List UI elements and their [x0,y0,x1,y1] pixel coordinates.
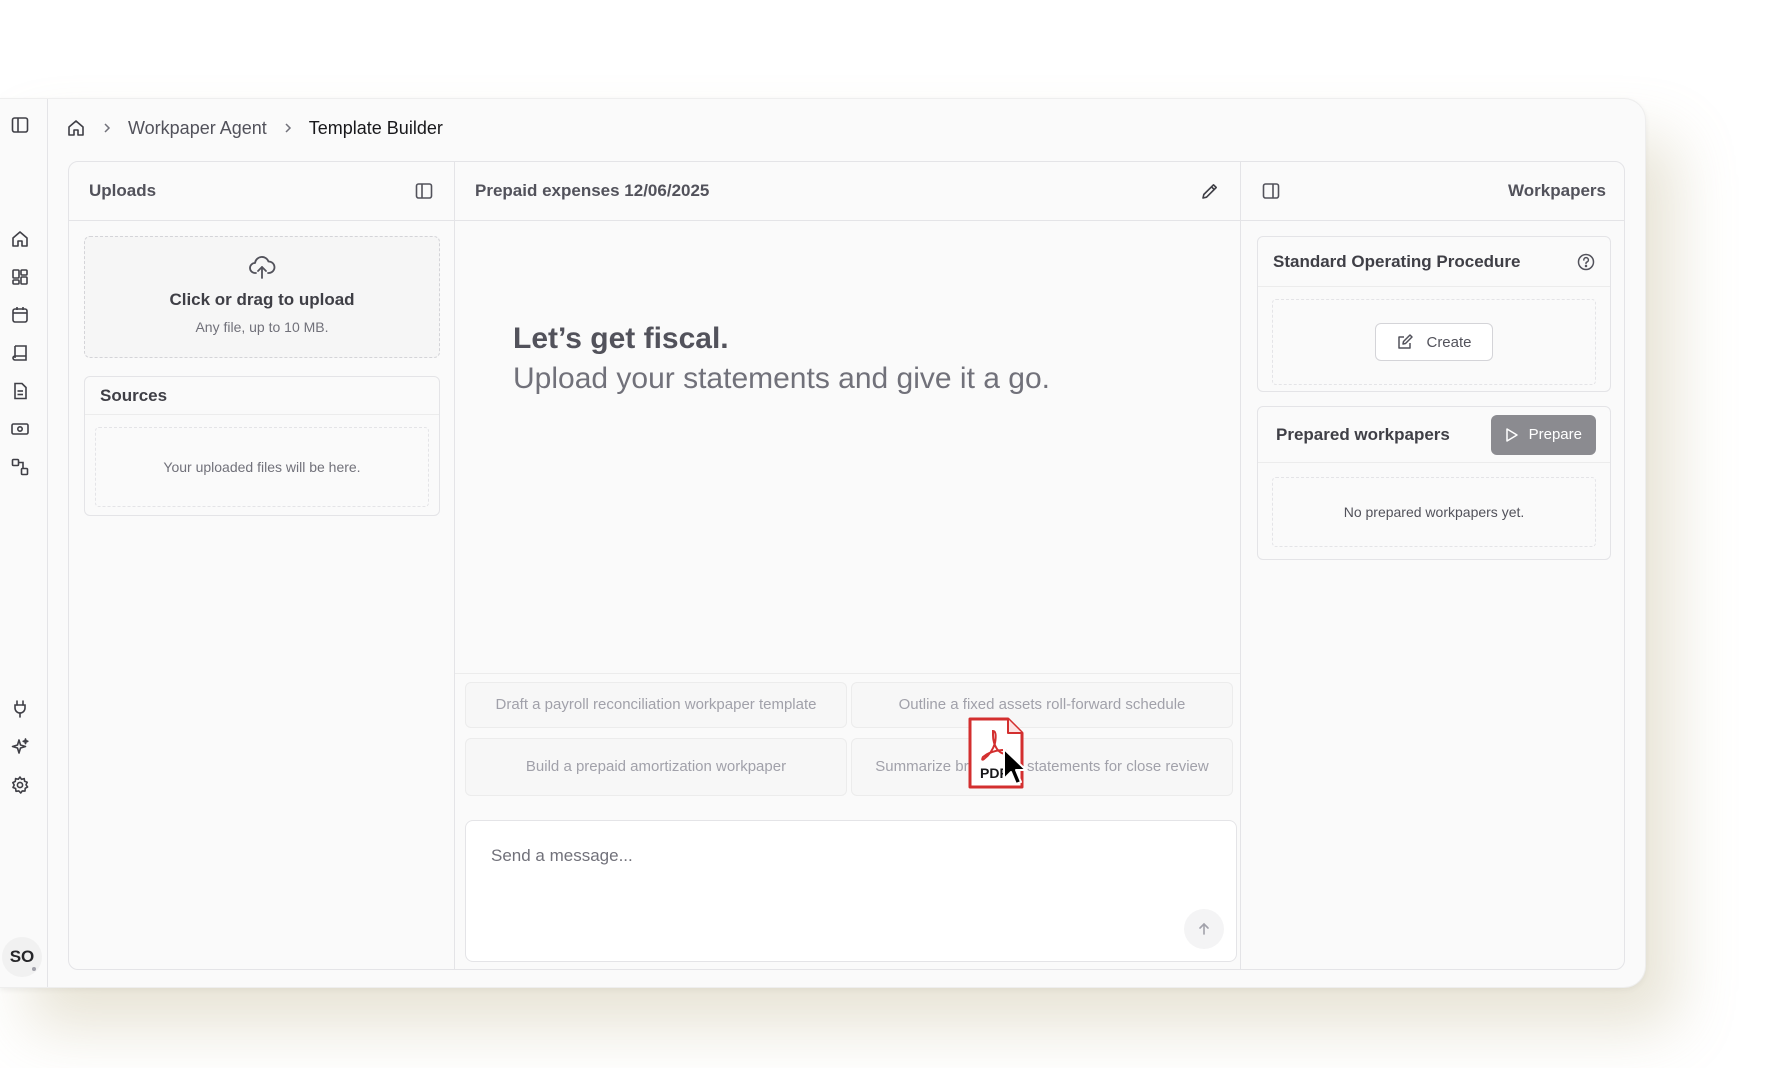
create-button[interactable]: Create [1375,323,1493,361]
prepare-button[interactable]: Prepare [1490,414,1596,455]
workpapers-header: Workpapers [1241,162,1624,221]
prepared-workpapers-card: Prepared workpapers Prepare No prepared … [1257,406,1611,560]
uploads-title: Uploads [89,181,157,200]
suggestion-button[interactable]: Build a prepaid amortization workpaper [465,738,847,796]
user-avatar[interactable]: SO [2,937,42,977]
hero-title: Let’s get fiscal. [513,322,729,355]
suggestion-button[interactable]: Outline a fixed assets roll-forward sche… [851,682,1233,728]
icon-rail: SO [0,99,48,987]
status-dot [32,967,36,971]
chat-column: Prepaid expenses 12/06/2025 Let’s get fi… [455,162,1241,969]
breadcrumb: Workpaper Agent Template Builder [66,113,443,143]
home-icon[interactable] [66,118,86,138]
sop-card: Standard Operating Procedure Create [1257,236,1611,392]
avatar-initials: SO [9,947,35,966]
create-label: Create [1426,333,1472,351]
workpapers-title: Workpapers [1508,181,1606,200]
breadcrumb-item[interactable]: Workpaper Agent [128,118,267,139]
app-window: SO Workpaper Agent Template Builder Uplo… [0,98,1646,988]
help-icon[interactable] [1576,252,1596,272]
workflow-icon[interactable] [8,455,32,479]
money-icon[interactable] [8,417,32,441]
chat-title: Prepaid expenses 12/06/2025 [475,181,710,200]
workpapers-column: Workpapers Standard Operating Procedure … [1241,162,1624,969]
sop-body: Create [1272,299,1596,385]
play-icon [1505,427,1519,443]
hero-subtitle: Upload your statements and give it a go. [513,362,1050,395]
send-button[interactable] [1184,909,1224,949]
sources-title: Sources [85,377,439,415]
upload-hint: Any file, up to 10 MB. [195,319,329,335]
message-placeholder: Send a message... [491,846,633,865]
cursor-icon [1002,747,1032,789]
document-icon[interactable] [8,379,32,403]
prepared-header: Prepared workpapers Prepare [1258,407,1610,463]
suggestion-button[interactable]: Draft a payroll reconciliation workpaper… [465,682,847,728]
sources-card: Sources Your uploaded files will be here… [84,376,440,516]
prepare-label: Prepare [1528,426,1582,443]
panel-collapse-icon[interactable] [1261,181,1281,201]
dragged-pdf-file[interactable]: PDF [966,717,1027,789]
prepared-empty-state: No prepared workpapers yet. [1272,477,1596,547]
divider [455,673,1240,674]
chat-header: Prepaid expenses 12/06/2025 [455,162,1240,221]
edit-square-icon [1396,333,1414,351]
sparkles-icon[interactable] [8,735,32,759]
sidebar-toggle-icon[interactable] [8,113,32,137]
breadcrumb-current: Template Builder [308,117,443,138]
calendar-icon[interactable] [8,303,32,327]
plug-icon[interactable] [8,697,32,721]
dashboard-icon[interactable] [8,265,32,289]
chevron-right-icon [100,121,114,135]
panel-collapse-icon[interactable] [414,181,434,201]
workspace-panel: Uploads Click or drag to upload Any file… [68,161,1625,970]
upload-title: Click or drag to upload [169,290,355,309]
home-icon[interactable] [8,227,32,251]
sources-empty-state: Your uploaded files will be here. [95,427,429,507]
hero: Let’s get fiscal. Upload your statements… [513,322,1050,396]
chevron-right-icon [281,121,295,135]
book-icon[interactable] [8,341,32,365]
uploads-column: Uploads Click or drag to upload Any file… [69,162,455,969]
cloud-upload-icon [247,252,277,282]
settings-icon[interactable] [8,773,32,797]
upload-dropzone[interactable]: Click or drag to upload Any file, up to … [84,236,440,358]
edit-icon[interactable] [1200,181,1220,201]
prepared-title: Prepared workpapers [1276,424,1450,444]
suggestion-button[interactable]: Summarize brokerage statements for close… [851,738,1233,796]
sop-header: Standard Operating Procedure [1258,237,1610,287]
message-input[interactable]: Send a message... [465,820,1237,962]
uploads-header: Uploads [69,162,454,221]
sop-title: Standard Operating Procedure [1273,251,1521,271]
arrow-up-icon [1199,922,1209,935]
